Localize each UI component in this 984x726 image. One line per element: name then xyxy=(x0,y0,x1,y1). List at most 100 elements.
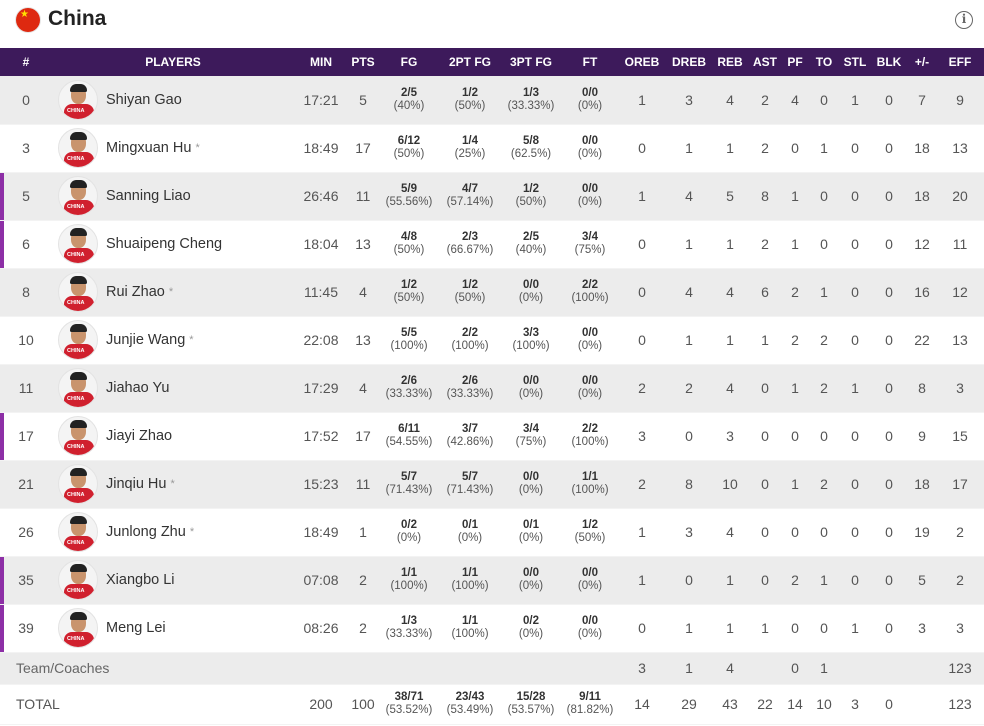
table-row[interactable]: 35Xiangbo Li07:0821/1(100%)1/1(100%)0/0(… xyxy=(0,556,984,605)
ft-cell-pct: (0%) xyxy=(577,628,603,640)
points-cell: 11 xyxy=(348,460,378,509)
player-cell[interactable]: Xiangbo Li xyxy=(52,556,294,605)
fg-cell-made: 0/2 xyxy=(401,519,417,531)
player-cell[interactable]: Shuaipeng Cheng xyxy=(52,220,294,269)
player-cell[interactable]: Shiyan Gao xyxy=(52,76,294,125)
ft-cell-pct: (100%) xyxy=(571,484,609,496)
empty-cell xyxy=(294,652,348,685)
player-cell[interactable]: Rui Zhao* xyxy=(52,268,294,317)
table-row[interactable]: 21Jinqiu Hu*15:23115/7(71.43%)5/7(71.43%… xyxy=(0,460,984,509)
fg-cell: 4/8 (50%) xyxy=(378,220,440,269)
column-header[interactable]: REB xyxy=(712,48,748,76)
blk-cell: 0 xyxy=(870,76,908,125)
table-row[interactable]: 17Jiayi Zhao17:52176/11(54.55%)3/7(42.86… xyxy=(0,412,984,461)
player-name[interactable]: Junjie Wang xyxy=(106,332,185,348)
column-header[interactable]: 3PT FG xyxy=(500,48,562,76)
fg-cell: 2/5 (40%) xyxy=(378,76,440,125)
player-name[interactable]: Mingxuan Hu xyxy=(106,140,191,156)
player-name[interactable]: Jiayi Zhao xyxy=(106,428,172,444)
minutes-cell: 200 xyxy=(294,684,348,725)
points-cell: 17 xyxy=(348,412,378,461)
player-name[interactable]: Rui Zhao xyxy=(106,284,165,300)
reb-cell: 10 xyxy=(712,460,748,509)
dreb-cell: 4 xyxy=(666,268,712,317)
fg-cell-made: 1/2 xyxy=(401,279,417,291)
column-header[interactable]: # xyxy=(0,48,52,76)
player-cell[interactable]: Jiayi Zhao xyxy=(52,412,294,461)
empty-cell xyxy=(562,652,618,685)
column-header[interactable]: OREB xyxy=(618,48,666,76)
column-header[interactable]: EFF xyxy=(936,48,984,76)
eff-cell: 13 xyxy=(936,124,984,173)
player-name[interactable]: Sanning Liao xyxy=(106,188,191,204)
player-cell[interactable]: Jinqiu Hu * xyxy=(52,460,294,509)
jersey-number: 39 xyxy=(0,604,52,653)
player-cell[interactable]: Meng Lei xyxy=(52,604,294,653)
pf-cell: 0 xyxy=(782,508,808,557)
pf-cell: 1 xyxy=(782,460,808,509)
column-header[interactable]: TO xyxy=(808,48,840,76)
player-name[interactable]: Shiyan Gao xyxy=(106,92,182,108)
column-header[interactable]: 2PT FG xyxy=(440,48,500,76)
player-name[interactable]: Shuaipeng Cheng xyxy=(106,236,222,252)
player-cell[interactable]: Jiahao Yu xyxy=(52,364,294,413)
reb-cell: 4 xyxy=(712,652,748,685)
column-header[interactable]: PTS xyxy=(348,48,378,76)
player-cell[interactable]: Junjie Wang * xyxy=(52,316,294,365)
stl-cell: 0 xyxy=(840,460,870,509)
player-name[interactable]: Meng Lei xyxy=(106,620,166,636)
blk-cell: 0 xyxy=(870,604,908,653)
table-row[interactable]: 6Shuaipeng Cheng18:04134/8(50%)2/3(66.67… xyxy=(0,220,984,269)
fg3-cell: 2/5 (40%) xyxy=(500,220,562,269)
oreb-cell: 1 xyxy=(618,508,666,557)
player-cell[interactable]: Junlong Zhu* xyxy=(52,508,294,557)
team-header: China i xyxy=(0,0,984,48)
oreb-cell: 0 xyxy=(618,604,666,653)
table-row[interactable]: 11Jiahao Yu17:2942/6(33.33%)2/6(33.33%)0… xyxy=(0,364,984,413)
info-icon[interactable]: i xyxy=(955,11,973,29)
stl-cell: 0 xyxy=(840,412,870,461)
fg3-cell-made: 3/4 xyxy=(523,423,539,435)
column-header[interactable]: FT xyxy=(562,48,618,76)
ast-cell: 1 xyxy=(748,316,782,365)
column-header[interactable]: PLAYERS xyxy=(52,48,294,76)
pm-cell: 16 xyxy=(908,268,936,317)
table-row[interactable]: 39Meng Lei08:2621/3(33.33%)1/1(100%)0/2(… xyxy=(0,604,984,653)
fg3-cell-pct: (75%) xyxy=(515,436,547,448)
player-cell[interactable]: Mingxuan Hu * xyxy=(52,124,294,173)
china-flag-icon xyxy=(16,8,40,32)
fg2-cell-made: 1/1 xyxy=(462,567,478,579)
table-row[interactable]: 3Mingxuan Hu*18:49176/12(50%)1/4(25%)5/8… xyxy=(0,124,984,173)
column-header[interactable]: +/- xyxy=(908,48,936,76)
column-header[interactable]: MIN xyxy=(294,48,348,76)
oreb-cell: 0 xyxy=(618,220,666,269)
player-name[interactable]: Jinqiu Hu xyxy=(106,476,166,492)
pm-cell: 8 xyxy=(908,364,936,413)
fg2-cell-pct: (66.67%) xyxy=(446,244,494,256)
jersey-number: 17 xyxy=(0,412,52,461)
column-header[interactable]: PF xyxy=(782,48,808,76)
pm-cell: 19 xyxy=(908,508,936,557)
column-header[interactable]: FG xyxy=(378,48,440,76)
column-header[interactable]: STL xyxy=(840,48,870,76)
player-name[interactable]: Jiahao Yu xyxy=(106,380,169,396)
column-header[interactable]: AST xyxy=(748,48,782,76)
ast-cell xyxy=(748,652,782,685)
column-header[interactable]: BLK xyxy=(870,48,908,76)
ft-cell-pct: (0%) xyxy=(577,99,603,112)
player-name[interactable]: Junlong Zhu xyxy=(106,524,186,540)
ft-cell: 2/2 (100%) xyxy=(562,412,618,461)
minutes-cell: 22:08 xyxy=(294,316,348,365)
table-row[interactable]: 0Shiyan Gao17:2152/5(40%)1/2(50%)1/3(33.… xyxy=(0,76,984,125)
table-header-row: # PLAYERS MIN PTS FG 2PT FG 3PT FG FT OREB DREB RE… xyxy=(0,48,984,76)
table-row[interactable]: 8Rui Zhao*11:4541/2(50%)1/2(50%)0/0(0%)2… xyxy=(0,268,984,317)
fg2-cell: 5/7 (71.43%) xyxy=(440,460,500,509)
fg-cell: 5/7 (71.43%) xyxy=(378,460,440,509)
table-row[interactable]: 26Junlong Zhu*18:4910/2(0%)0/1(0%)0/1(0%… xyxy=(0,508,984,557)
player-name[interactable]: Xiangbo Li xyxy=(106,572,175,588)
player-cell[interactable]: Sanning Liao xyxy=(52,172,294,221)
table-row[interactable]: 5Sanning Liao26:46115/9(55.56%)4/7(57.14… xyxy=(0,172,984,221)
table-row[interactable]: 10Junjie Wang*22:08135/5(100%)2/2(100%)3… xyxy=(0,316,984,365)
column-header[interactable]: DREB xyxy=(666,48,712,76)
ft-cell-made: 0/0 xyxy=(582,615,598,627)
